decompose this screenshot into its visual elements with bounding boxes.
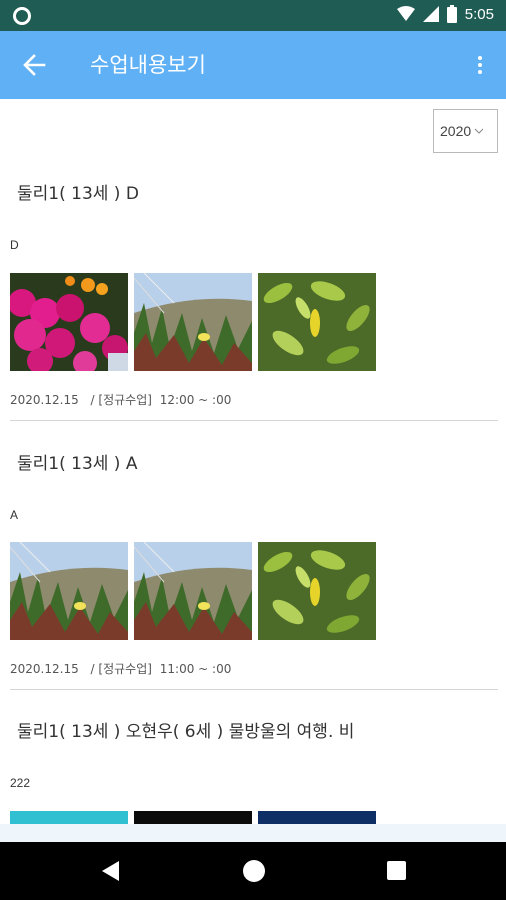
- app-bar: 수업내용보기: [0, 31, 506, 99]
- year-select[interactable]: 2020: [433, 109, 498, 153]
- pink-flowers-photo[interactable]: [10, 273, 128, 371]
- status-bar: 5:05: [0, 0, 506, 31]
- nav-recents-icon[interactable]: [387, 861, 406, 880]
- divider: [10, 420, 498, 421]
- lesson-title: 둘리1( 13세 ) A: [17, 454, 138, 474]
- status-time: 5:05: [464, 5, 494, 23]
- nav-back-icon[interactable]: [102, 861, 120, 881]
- chevron-down-icon: [474, 128, 484, 134]
- green-leaves-photo[interactable]: [258, 273, 376, 371]
- lesson-list[interactable]: 2020 둘리1( 13세 ) D D 2020.12.15 / [정규수업] …: [0, 99, 506, 824]
- lesson-meta: 2020.12.15 / [정규수업] 12:00 ~ :00: [10, 391, 231, 408]
- grass-butterfly-photo[interactable]: [134, 542, 252, 640]
- page-title: 수업내용보기: [90, 53, 206, 77]
- lesson-date: 2020.12.15: [10, 662, 79, 676]
- arrow-left-icon: [23, 54, 46, 76]
- scroll-fade: [0, 824, 506, 842]
- green-leaves-photo[interactable]: [258, 542, 376, 640]
- dark-photo[interactable]: [134, 811, 252, 824]
- nav-home-icon[interactable]: [243, 860, 265, 882]
- status-indicators: 5:05: [396, 5, 494, 23]
- more-vert-icon: [478, 56, 482, 60]
- photo-strip: [10, 542, 376, 640]
- lesson-time: 12:00 ~ :00: [159, 393, 232, 407]
- lesson-title: 둘리1( 13세 ) D: [17, 184, 139, 204]
- system-nav-bar: [0, 842, 506, 900]
- lesson-date: 2020.12.15: [10, 393, 79, 407]
- lesson-title: 둘리1( 13세 ) 오현우( 6세 ) 물방울의 여행. 비: [17, 722, 355, 742]
- photo-strip: [10, 273, 376, 371]
- lesson-note: D: [10, 238, 19, 252]
- lesson-meta: 2020.12.15 / [정규수업] 11:00 ~ :00: [10, 660, 231, 677]
- cyan-photo[interactable]: [10, 811, 128, 824]
- lesson-category: / [정규수업]: [90, 393, 152, 407]
- notification-icon: [13, 7, 31, 25]
- lesson-time: 11:00 ~ :00: [159, 662, 232, 676]
- divider: [10, 689, 498, 690]
- lesson-note: A: [10, 508, 19, 522]
- overflow-menu-button[interactable]: [470, 51, 490, 79]
- grass-butterfly-photo[interactable]: [134, 273, 252, 371]
- back-button[interactable]: [18, 51, 50, 79]
- signal-icon: [422, 6, 439, 22]
- year-select-value: 2020: [440, 123, 472, 139]
- battery-icon: [446, 5, 457, 23]
- lesson-note: 222: [10, 776, 31, 790]
- wifi-icon: [396, 6, 415, 21]
- blue-sparkle-photo[interactable]: [258, 811, 376, 824]
- grass-butterfly-photo[interactable]: [10, 542, 128, 640]
- photo-strip: [10, 811, 376, 824]
- lesson-category: / [정규수업]: [90, 662, 152, 676]
